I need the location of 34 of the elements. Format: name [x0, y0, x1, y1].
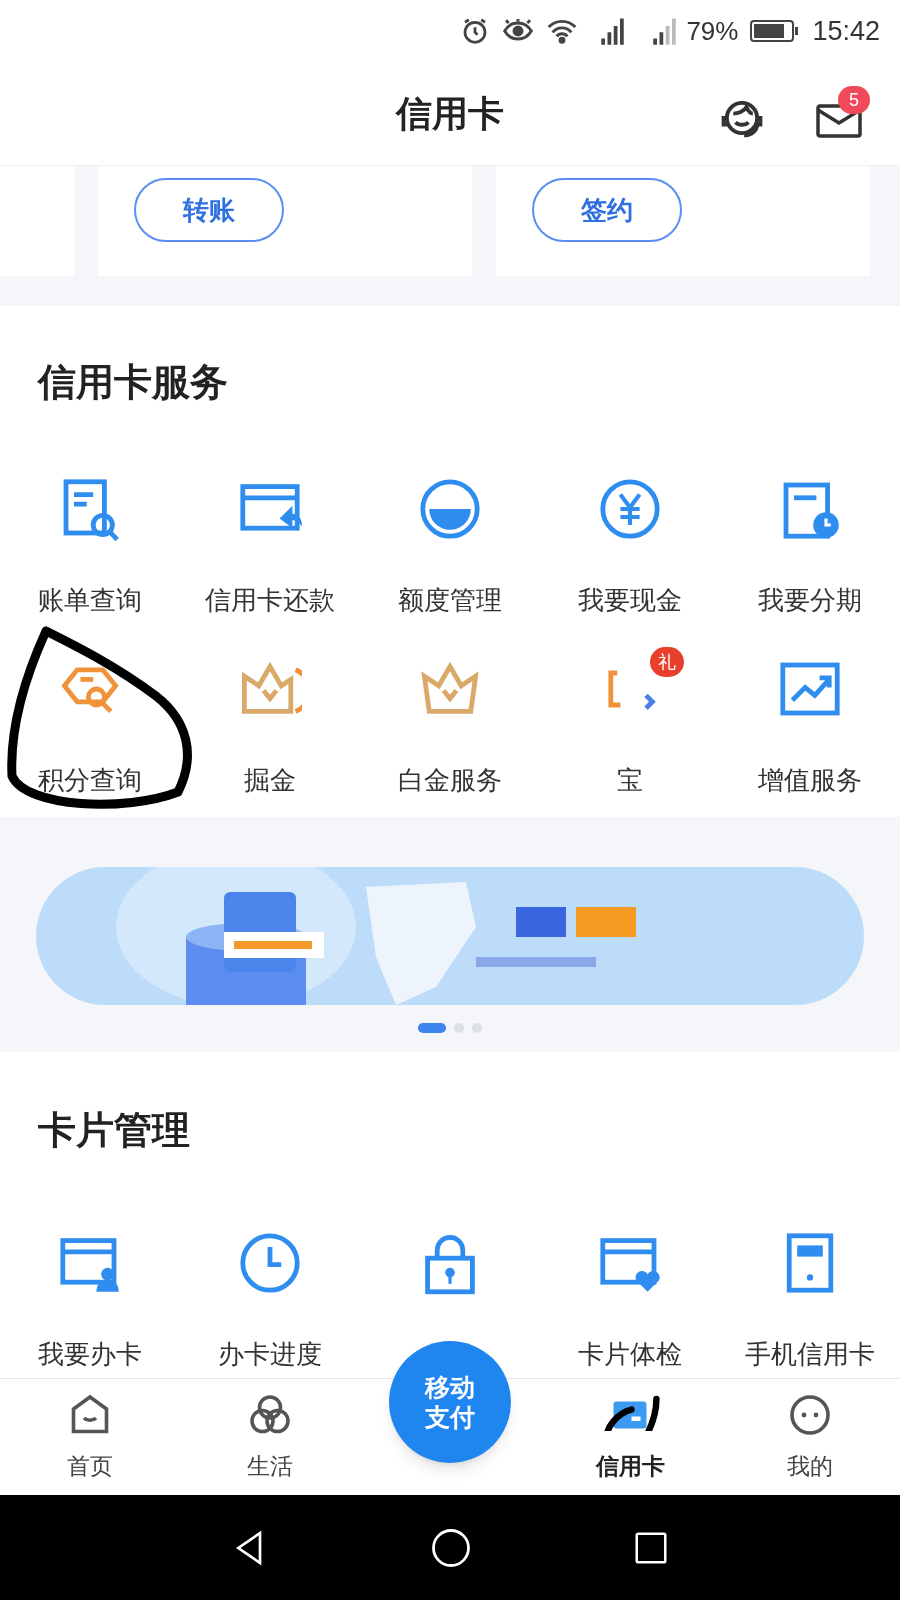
- wifi-icon: [546, 17, 579, 45]
- tab-item[interactable]: 生活: [246, 1379, 294, 1484]
- item-label[interactable]: 宝: [617, 761, 643, 797]
- item-label[interactable]: 额度管理: [398, 581, 502, 617]
- item-label[interactable]: 办卡进度: [218, 1335, 322, 1371]
- item-label[interactable]: 积分查询: [38, 761, 142, 797]
- item-label[interactable]: 我要现金: [578, 581, 682, 617]
- item-label[interactable]: 卡片体检: [578, 1335, 682, 1371]
- item-label[interactable]: 账单查询: [38, 581, 142, 617]
- tab-item[interactable]: 我的: [786, 1379, 834, 1484]
- clock-time: 15:42: [812, 14, 880, 48]
- item-label[interactable]: 白金服务: [398, 761, 502, 797]
- yuan-icon[interactable]: [598, 477, 662, 541]
- tab-item[interactable]: 信用卡: [595, 1379, 665, 1484]
- clock-icon[interactable]: [238, 1231, 302, 1295]
- item-label[interactable]: 信用卡还款: [205, 581, 335, 617]
- tab-item[interactable]: 首页: [66, 1379, 114, 1484]
- action-button[interactable]: 转账: [134, 178, 284, 242]
- section-title: 卡片管理: [37, 1108, 191, 1153]
- page-title: 信用卡: [396, 91, 504, 136]
- item-label[interactable]: 我要分期: [758, 581, 862, 617]
- item-label[interactable]: 增值服务: [758, 761, 862, 797]
- item-label[interactable]: 掘金: [244, 761, 296, 797]
- gift-badge: 礼: [650, 647, 684, 677]
- home-icon[interactable]: [430, 1526, 472, 1569]
- section-title: 信用卡服务: [36, 360, 229, 405]
- item-label[interactable]: 手机信用卡: [745, 1335, 875, 1371]
- unread-badge: 5: [838, 86, 870, 114]
- action-button[interactable]: 签约: [532, 178, 682, 242]
- mobile-pay-button[interactable]: 移动支付: [389, 1341, 511, 1463]
- battery-icon: [750, 19, 801, 43]
- battery-percent: 79%: [686, 14, 739, 48]
- item-label[interactable]: 我要办卡: [38, 1335, 142, 1371]
- gauge-icon[interactable]: [418, 477, 482, 541]
